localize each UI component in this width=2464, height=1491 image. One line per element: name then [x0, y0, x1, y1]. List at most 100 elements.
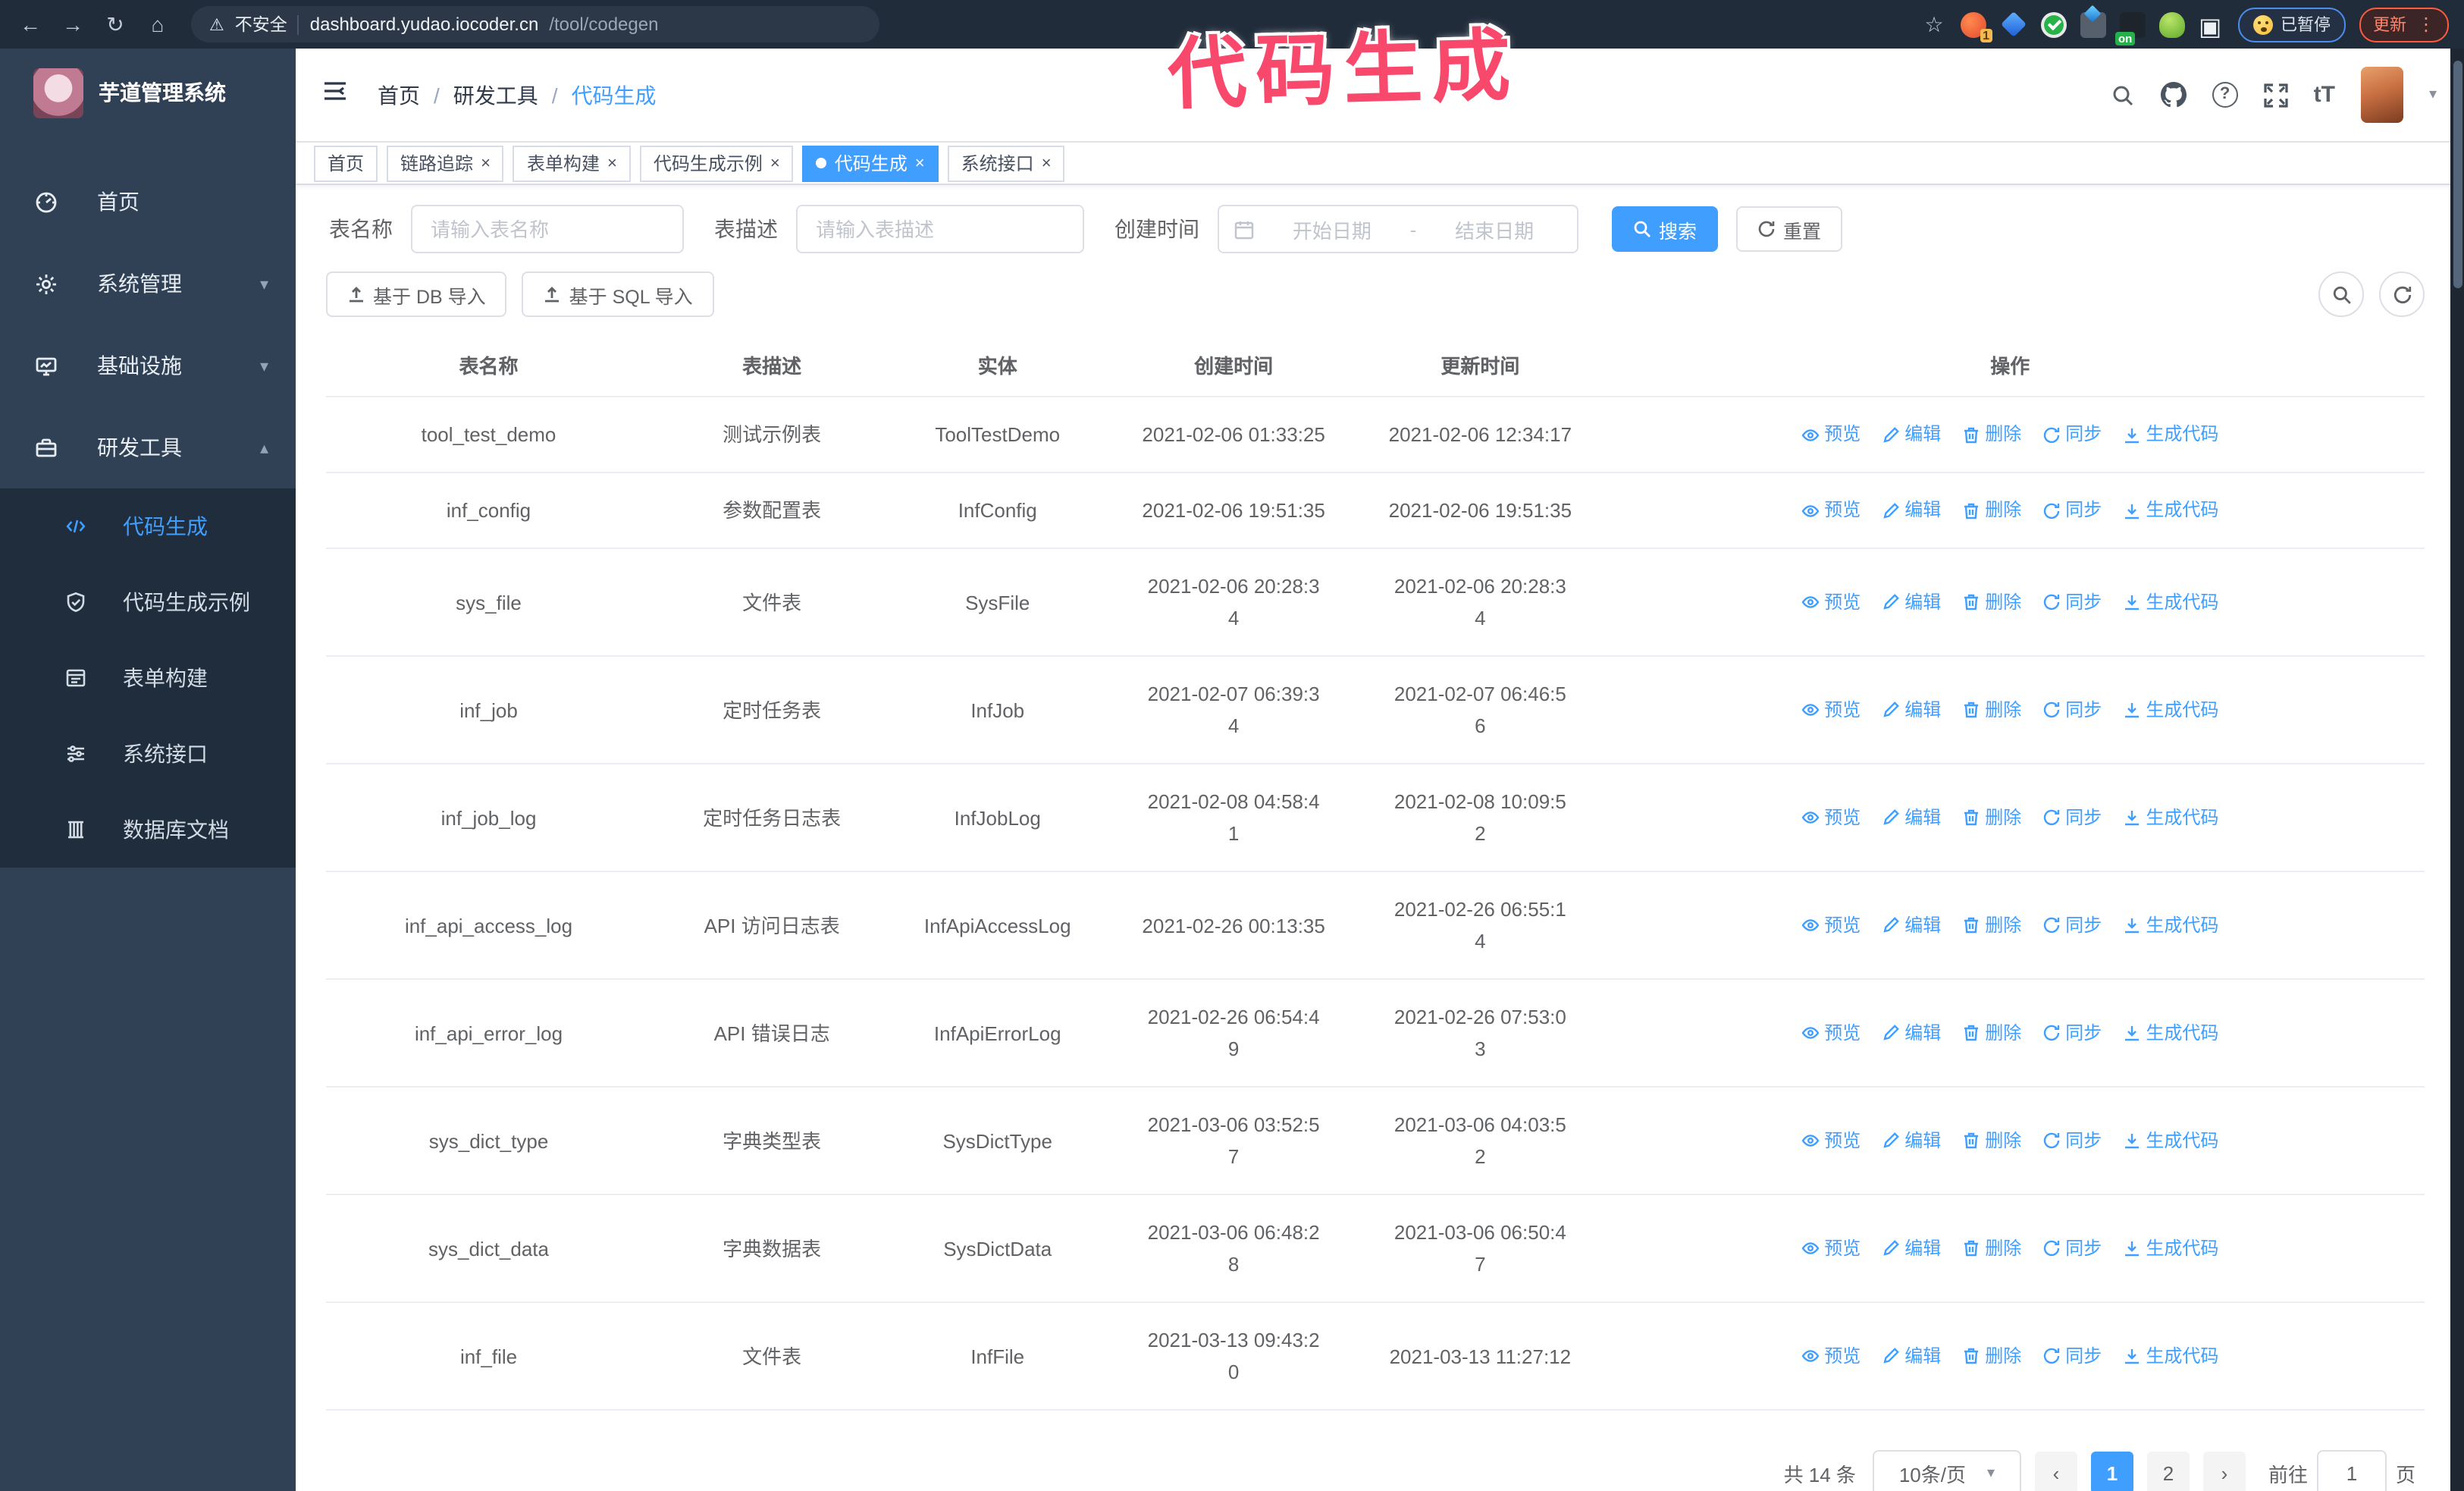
edit-link[interactable]: 编辑 — [1882, 1017, 1941, 1049]
sidebar-item-codegen-demo[interactable]: 代码生成示例 — [0, 564, 296, 640]
edit-link[interactable]: 编辑 — [1882, 419, 1941, 450]
edit-link[interactable]: 编辑 — [1882, 802, 1941, 833]
extension-gem-icon[interactable] — [2001, 11, 2027, 37]
generate-code-link[interactable]: 生成代码 — [2123, 694, 2218, 726]
sync-link[interactable]: 同步 — [2042, 694, 2102, 726]
delete-link[interactable]: 删除 — [1962, 909, 2021, 941]
sidebar-item-system[interactable]: 系统管理 ▾ — [0, 243, 296, 325]
delete-link[interactable]: 删除 — [1962, 802, 2021, 833]
github-icon[interactable] — [2160, 82, 2187, 108]
sidebar-item-infra[interactable]: 基础设施 ▾ — [0, 325, 296, 406]
tag-close-icon[interactable]: × — [481, 154, 491, 172]
scrollbar-thumb[interactable] — [2453, 61, 2462, 288]
profile-paused-chip[interactable]: 已暂停 — [2238, 7, 2346, 42]
tag-item[interactable]: 首页 — [314, 145, 378, 181]
next-page-button[interactable]: › — [2202, 1452, 2246, 1491]
toggle-search-button[interactable] — [2318, 272, 2364, 317]
browser-home-icon[interactable]: ⌂ — [143, 0, 173, 49]
fullscreen-icon[interactable] — [2263, 83, 2288, 107]
hamburger-icon[interactable] — [314, 71, 356, 118]
sync-link[interactable]: 同步 — [2042, 1232, 2102, 1264]
preview-link[interactable]: 预览 — [1801, 1125, 1861, 1157]
generate-code-link[interactable]: 生成代码 — [2123, 1017, 2218, 1049]
edit-link[interactable]: 编辑 — [1882, 1232, 1941, 1264]
generate-code-link[interactable]: 生成代码 — [2123, 909, 2218, 941]
tag-item[interactable]: 代码生成 × — [802, 145, 939, 181]
avatar-caret-icon[interactable]: ▾ — [2429, 86, 2437, 103]
app-logo-row[interactable]: 芋道管理系统 — [0, 49, 296, 137]
sync-link[interactable]: 同步 — [2042, 1017, 2102, 1049]
tag-close-icon[interactable]: × — [1042, 154, 1052, 172]
tag-item[interactable]: 链路追踪 × — [387, 145, 504, 181]
preview-link[interactable]: 预览 — [1801, 586, 1861, 618]
user-avatar[interactable] — [2360, 67, 2403, 123]
edit-link[interactable]: 编辑 — [1882, 1340, 1941, 1372]
delete-link[interactable]: 删除 — [1962, 1340, 2021, 1372]
breadcrumb-home[interactable]: 首页 — [378, 80, 420, 110]
delete-link[interactable]: 删除 — [1962, 419, 2021, 450]
sidebar-item-codegen[interactable]: 代码生成 — [0, 488, 296, 564]
sidebar-item-db-doc[interactable]: 数据库文档 — [0, 792, 296, 868]
chrome-update-button[interactable]: 更新 ⋮ — [2359, 7, 2449, 42]
date-range-picker[interactable]: 开始日期 - 结束日期 — [1218, 205, 1578, 253]
table-desc-input[interactable] — [813, 216, 1067, 242]
generate-code-link[interactable]: 生成代码 — [2123, 494, 2218, 526]
generate-code-link[interactable]: 生成代码 — [2123, 586, 2218, 618]
generate-code-link[interactable]: 生成代码 — [2123, 802, 2218, 833]
sync-link[interactable]: 同步 — [2042, 494, 2102, 526]
delete-link[interactable]: 删除 — [1962, 494, 2021, 526]
import-db-button[interactable]: 基于 DB 导入 — [326, 272, 507, 317]
goto-page-input[interactable] — [2316, 1450, 2387, 1491]
refresh-table-button[interactable] — [2379, 272, 2425, 317]
edit-link[interactable]: 编辑 — [1882, 494, 1941, 526]
extensions-puzzle-icon[interactable]: ▣ — [2199, 11, 2224, 40]
browser-scrollbar[interactable] — [2450, 49, 2464, 1491]
tag-item[interactable]: 表单构建 × — [513, 145, 631, 181]
breadcrumb-devtools[interactable]: 研发工具 — [453, 80, 538, 110]
sync-link[interactable]: 同步 — [2042, 802, 2102, 833]
reset-button[interactable]: 重置 — [1736, 206, 1843, 252]
preview-link[interactable]: 预览 — [1801, 909, 1861, 941]
sync-link[interactable]: 同步 — [2042, 586, 2102, 618]
generate-code-link[interactable]: 生成代码 — [2123, 419, 2218, 450]
address-bar[interactable]: ⚠ 不安全 dashboard.yudao.iocoder.cn/tool/co… — [191, 6, 879, 42]
search-button[interactable]: 搜索 — [1612, 206, 1719, 252]
extension-orange-icon[interactable]: 1 — [1961, 11, 1992, 42]
sync-link[interactable]: 同步 — [2042, 1125, 2102, 1157]
browser-back-icon[interactable]: ← — [15, 0, 45, 49]
import-sql-button[interactable]: 基于 SQL 导入 — [522, 272, 714, 317]
generate-code-link[interactable]: 生成代码 — [2123, 1125, 2218, 1157]
prev-page-button[interactable]: ‹ — [2034, 1452, 2077, 1491]
table-name-input[interactable] — [428, 216, 667, 242]
preview-link[interactable]: 预览 — [1801, 1017, 1861, 1049]
edit-link[interactable]: 编辑 — [1882, 586, 1941, 618]
page-button-1[interactable]: 1 — [2090, 1452, 2133, 1491]
tag-item[interactable]: 系统接口 × — [947, 145, 1065, 181]
browser-reload-icon[interactable]: ↻ — [100, 0, 130, 49]
generate-code-link[interactable]: 生成代码 — [2123, 1340, 2218, 1372]
font-size-icon[interactable]: tT — [2314, 82, 2335, 108]
delete-link[interactable]: 删除 — [1962, 1125, 2021, 1157]
sync-link[interactable]: 同步 — [2042, 419, 2102, 450]
page-size-select[interactable]: 10条/页 ▾ — [1872, 1450, 2021, 1491]
delete-link[interactable]: 删除 — [1962, 1017, 2021, 1049]
extension-grid-icon[interactable] — [2080, 11, 2106, 37]
preview-link[interactable]: 预览 — [1801, 494, 1861, 526]
edit-link[interactable]: 编辑 — [1882, 909, 1941, 941]
extension-green-icon[interactable] — [2159, 11, 2185, 37]
bookmark-star-icon[interactable]: ☆ — [1921, 11, 1947, 37]
delete-link[interactable]: 删除 — [1962, 694, 2021, 726]
generate-code-link[interactable]: 生成代码 — [2123, 1232, 2218, 1264]
browser-menu-icon[interactable]: ⋮ — [2417, 14, 2435, 35]
sidebar-item-home[interactable]: 首页 — [0, 161, 296, 243]
browser-forward-icon[interactable]: → — [58, 0, 88, 49]
sidebar-item-system-api[interactable]: 系统接口 — [0, 716, 296, 792]
header-search-icon[interactable] — [2111, 83, 2135, 107]
tag-close-icon[interactable]: × — [915, 154, 925, 172]
help-icon[interactable]: ? — [2212, 82, 2238, 108]
tag-close-icon[interactable]: × — [770, 154, 780, 172]
extension-dark-icon[interactable]: on — [2115, 11, 2146, 45]
delete-link[interactable]: 删除 — [1962, 586, 2021, 618]
preview-link[interactable]: 预览 — [1801, 419, 1861, 450]
tag-close-icon[interactable]: × — [607, 154, 617, 172]
